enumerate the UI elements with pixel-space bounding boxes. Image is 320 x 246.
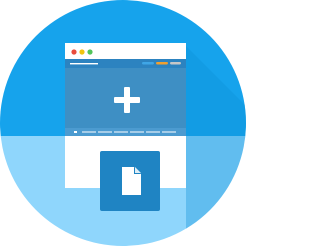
- file-icon: [100, 151, 160, 211]
- header-pill-blue: [142, 62, 154, 65]
- add-new-page-illustration: [0, 0, 246, 246]
- header-pill-orange: [156, 62, 168, 65]
- traffic-light-green: [87, 49, 93, 55]
- long-shadow: [186, 46, 246, 246]
- header-underline: [70, 63, 98, 65]
- traffic-light-red: [71, 49, 77, 55]
- traffic-light-yellow: [79, 49, 85, 55]
- header-pill-grey: [170, 62, 181, 65]
